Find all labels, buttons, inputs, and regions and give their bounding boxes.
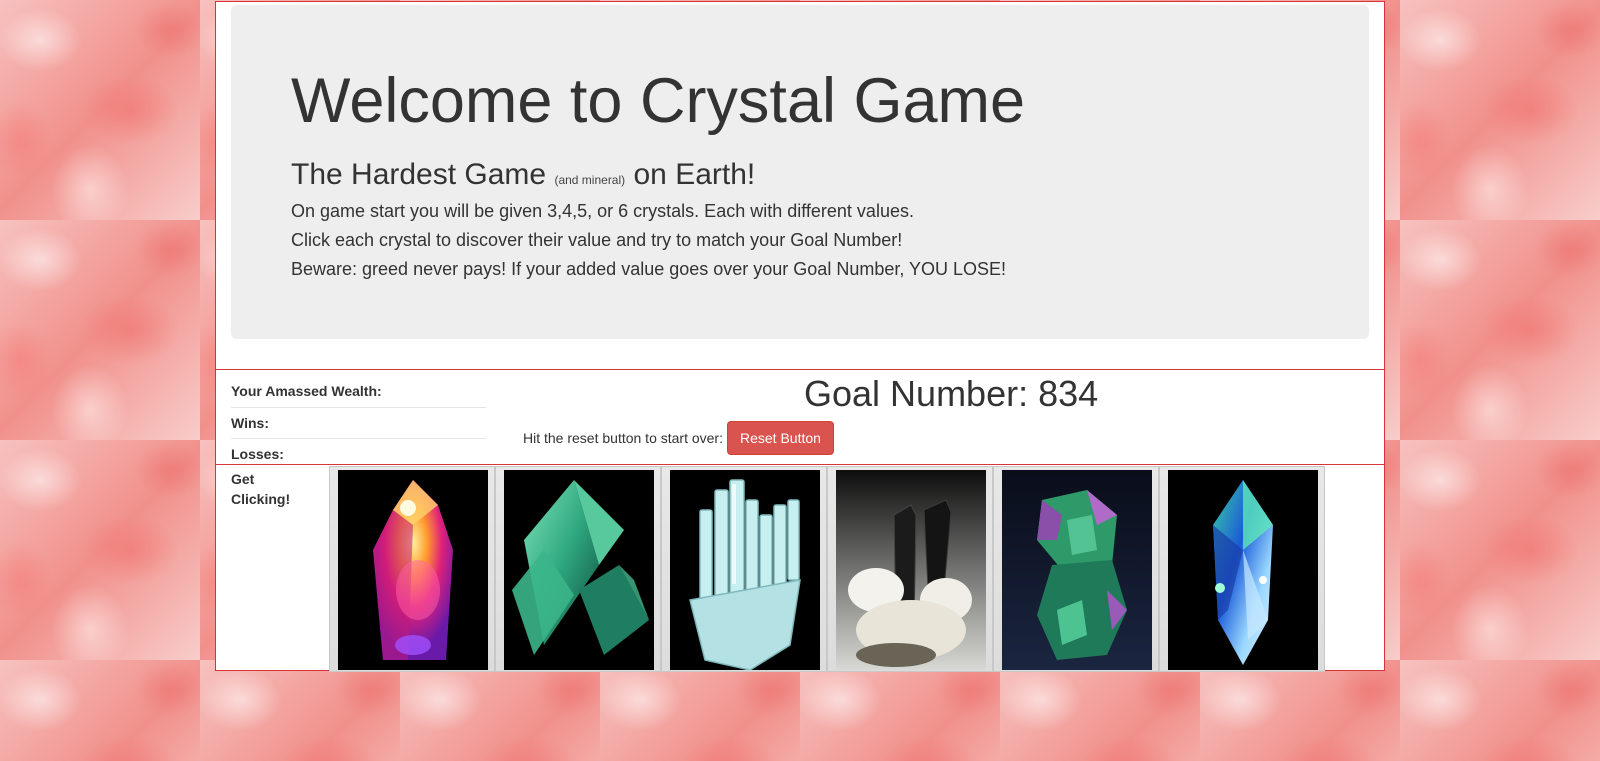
get-clicking-label: Get Clicking! xyxy=(231,471,291,507)
crystal-button-3[interactable] xyxy=(661,466,827,672)
crystal-button-6[interactable] xyxy=(1159,466,1325,672)
stats-row: Your Amassed Wealth: Wins: Losses: Goal … xyxy=(216,369,1384,465)
wins-row: Wins: xyxy=(231,407,486,438)
instructions-line-1: On game start you will be given 3,4,5, o… xyxy=(291,201,914,222)
multicolor-fluorite-crystal-icon xyxy=(1002,470,1152,670)
instructions-line-3: Beware: greed never pays! If your added … xyxy=(291,259,1007,280)
reset-line: Hit the reset button to start over: Rese… xyxy=(523,421,834,455)
goal-number: Goal Number: 834 xyxy=(804,373,1099,414)
reset-hint: Hit the reset button to start over: xyxy=(523,430,723,446)
rainbow-quartz-crystal-icon xyxy=(338,470,488,670)
opal-crystal-icon xyxy=(1168,470,1318,670)
black-tourmaline-crystal-icon xyxy=(836,470,986,670)
instructions-line-2: Click each crystal to discover their val… xyxy=(291,230,903,251)
crystal-button-2[interactable] xyxy=(495,466,661,672)
wealth-row: Your Amassed Wealth: xyxy=(231,377,486,407)
game-container: Welcome to Crystal Game The Hardest Game… xyxy=(215,1,1385,672)
subtitle-end: on Earth! xyxy=(633,158,756,192)
page-title: Welcome to Crystal Game xyxy=(291,66,1026,136)
page-subtitle: The Hardest Game (and mineral) on Earth! xyxy=(291,158,1309,191)
crystal-button-5[interactable] xyxy=(993,466,1159,672)
reset-button[interactable]: Reset Button xyxy=(727,421,834,455)
crystal-row: Get Clicking! xyxy=(216,465,1384,672)
subtitle-main: The Hardest Game xyxy=(291,158,547,192)
welcome-jumbotron: Welcome to Crystal Game The Hardest Game… xyxy=(231,5,1369,339)
subtitle-small: (and mineral) xyxy=(554,173,626,188)
stats-table: Your Amassed Wealth: Wins: Losses: xyxy=(231,377,486,469)
crystal-button-4[interactable] xyxy=(827,466,993,672)
green-fluorite-crystal-icon xyxy=(504,470,654,670)
wins-label: Wins: xyxy=(231,415,269,431)
aquamarine-crystal-icon xyxy=(670,470,820,670)
crystal-button-1[interactable] xyxy=(329,466,495,672)
wealth-label: Your Amassed Wealth: xyxy=(231,383,382,399)
